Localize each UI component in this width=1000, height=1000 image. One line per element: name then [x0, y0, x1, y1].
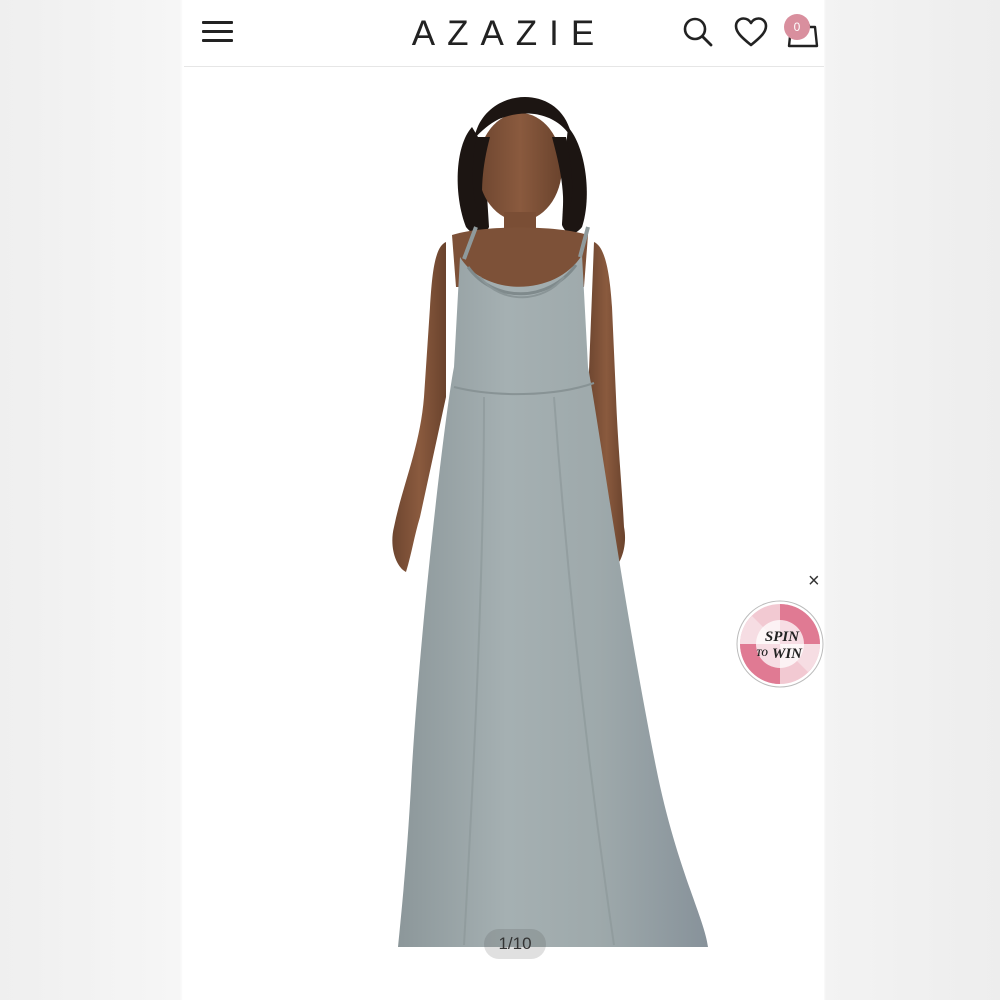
search-icon[interactable]	[680, 14, 716, 50]
spin-to-win-button[interactable]: SPIN TO WIN	[736, 600, 824, 688]
close-icon[interactable]: ×	[808, 570, 824, 592]
spin-label-line2: TO	[756, 648, 768, 658]
spin-label-line3: WIN	[772, 646, 803, 662]
hamburger-menu-icon[interactable]	[200, 17, 236, 49]
cart-count-badge: 0	[784, 14, 810, 40]
mobile-page: AZAZIE 0 1/10 × SPIN TO WIN	[184, 0, 824, 1000]
heart-icon[interactable]	[733, 14, 769, 50]
product-photo[interactable]	[184, 67, 824, 1000]
spin-label-line1: SPIN	[765, 629, 800, 645]
brand-logo[interactable]: AZAZIE	[324, 12, 684, 56]
site-header: AZAZIE 0	[184, 0, 824, 67]
image-counter: 1/10	[484, 929, 546, 959]
